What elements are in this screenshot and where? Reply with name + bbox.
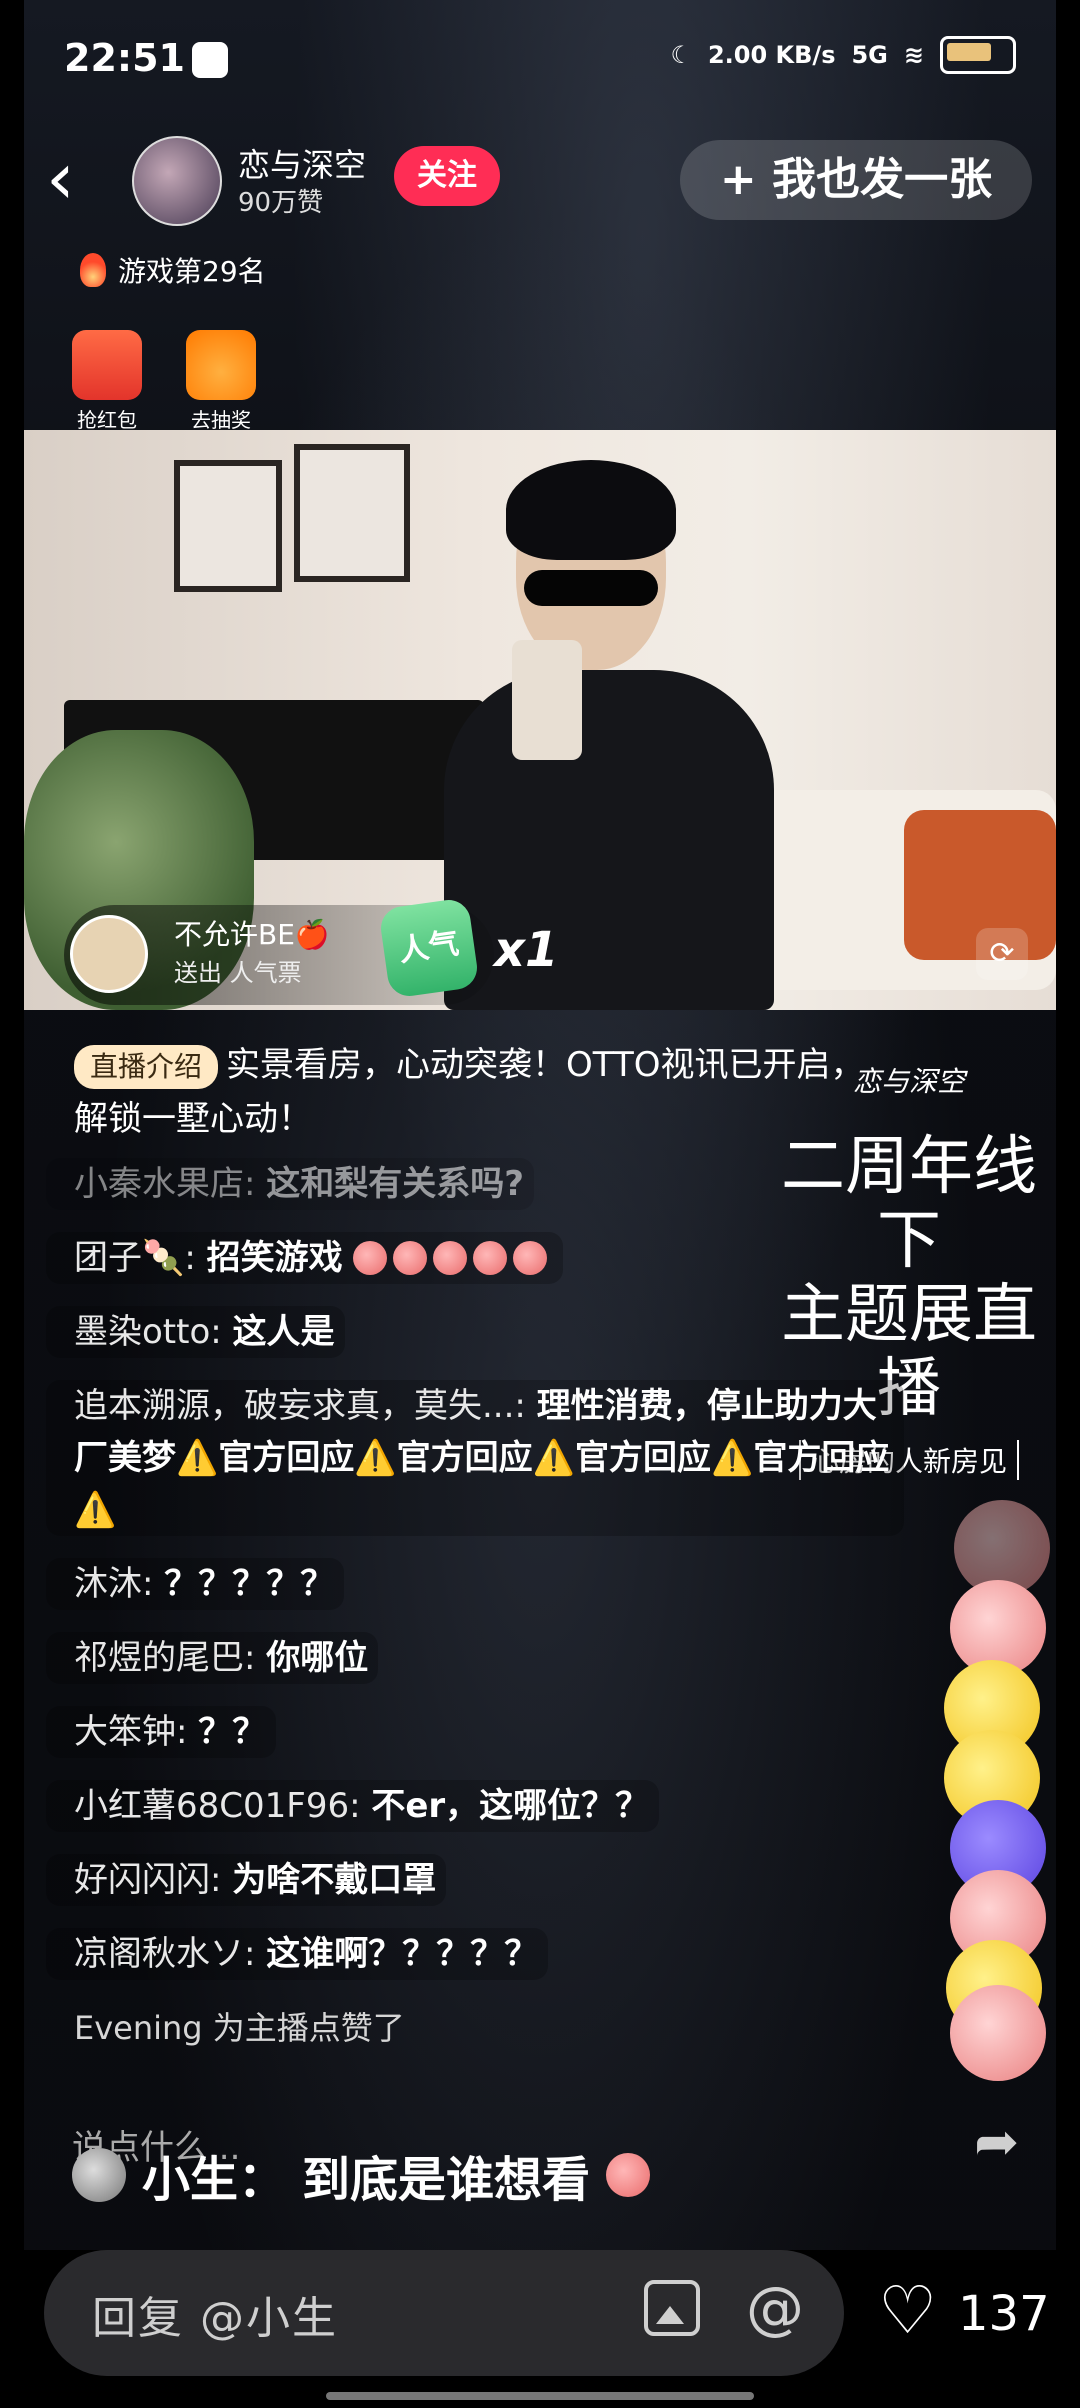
floating-stickers <box>944 1500 1054 2081</box>
image-icon[interactable] <box>644 2280 700 2336</box>
crying-peach-icon <box>513 1241 548 1275</box>
home-indicator[interactable] <box>326 2392 754 2400</box>
chat-nick[interactable]: 团子🍡: <box>74 1238 196 1278</box>
fire-icon <box>80 253 106 287</box>
app-notification-icon <box>192 42 228 78</box>
chat-nick[interactable]: 大笨钟: <box>74 1712 187 1752</box>
chat-message: 小红薯68C01F96: 不er，这哪位？？ <box>46 1780 660 1832</box>
reply-text: 到底是谁想看 <box>302 2152 591 2208</box>
gift-sender-avatar <box>70 915 148 993</box>
crying-peach-icon <box>606 2153 651 2197</box>
like-notice: Evening 为主播点赞了 <box>74 2009 405 2047</box>
rank-badge[interactable]: 游戏第29名 <box>80 250 266 290</box>
chat-message: 好闪闪闪: 为啥不戴口罩 <box>46 1854 447 1906</box>
sunglasses <box>524 570 658 606</box>
chat-nick[interactable]: 小秦水果店: <box>74 1164 255 1204</box>
lucky-draw-button[interactable]: 去抽奖 <box>184 330 258 433</box>
live-header: ‹ 恋与深空 90万赞 关注 + 我也发一张 <box>24 130 1056 230</box>
chat-message: 大笨钟: ？？ <box>46 1706 277 1758</box>
lucky-draw-label: 去抽奖 <box>191 408 251 432</box>
wall-painting <box>294 444 410 582</box>
logo-small: 恋与深空 <box>852 1065 965 1098</box>
chat-text: 为啥不戴口罩 <box>232 1860 437 1900</box>
follow-button[interactable]: 关注 <box>394 146 500 206</box>
moon-icon: ☾ <box>670 41 692 69</box>
gift-sender-name: 不允许BE🍎 <box>174 918 330 951</box>
at-mention-icon[interactable]: @ <box>746 2274 804 2342</box>
chat-text: ？？？？？ <box>164 1564 335 1604</box>
popularity-ticket-icon: 人气 <box>378 897 480 999</box>
status-time: 22:51 <box>64 36 185 80</box>
chat-text: 招笑游戏 <box>206 1238 343 1278</box>
signal-label: 5G <box>851 41 888 69</box>
chat-text: 这人是 <box>232 1312 335 1352</box>
chat-message: 追本溯源，破妄求真，莫失...: 理性消费，停止助力大厂美梦⚠️官方回应⚠️官方… <box>46 1380 904 1536</box>
crying-peach-icon <box>393 1241 428 1275</box>
gift-banner: 不允许BE🍎 送出 人气票 人气 <box>64 897 494 1005</box>
me-too-button[interactable]: + 我也发一张 <box>680 140 1032 220</box>
chat-text: 不er，这哪位？？ <box>371 1786 650 1826</box>
crying-peach-icon <box>433 1241 468 1275</box>
chat-nick[interactable]: 追本溯源，破妄求真，莫失...: <box>74 1386 526 1426</box>
peach-sticker-icon <box>950 1985 1046 2081</box>
battery-icon <box>940 36 1016 74</box>
chat-text: 这谁啊？？？？？ <box>266 1934 539 1974</box>
chat-list[interactable]: 小秦水果店: 这和梨有关系吗? 团子🍡: 招笑游戏 墨染otto: 这人是 追本… <box>46 1158 904 2076</box>
streamer-avatar[interactable] <box>132 136 222 226</box>
streamer-name[interactable]: 恋与深空 <box>238 140 366 186</box>
chat-nick[interactable]: 墨染otto: <box>74 1312 222 1352</box>
reply-placeholder: 回复 @小生 <box>92 2293 338 2344</box>
like-count: 137 <box>958 2286 1050 2342</box>
chat-message: 墨染otto: 这人是 <box>46 1306 345 1358</box>
gift-action: 送出 人气票 <box>174 959 302 987</box>
chat-nick[interactable]: 沐沐: <box>74 1564 153 1604</box>
chat-nick[interactable]: 祁煜的尾巴: <box>74 1638 255 1678</box>
person-hair <box>506 460 676 560</box>
chat-nick[interactable]: 好闪闪闪: <box>74 1860 221 1900</box>
back-chevron-icon[interactable]: ‹ <box>46 142 75 214</box>
wifi-icon: ≋ <box>903 41 924 69</box>
replier-avatar <box>72 2148 126 2202</box>
drink-cup <box>512 640 582 760</box>
share-icon[interactable]: ➦ <box>974 2110 1034 2173</box>
crying-peach-icon <box>473 1241 508 1275</box>
heart-icon[interactable]: ♡ <box>878 2272 937 2349</box>
chat-text: 这和梨有关系吗? <box>266 1164 525 1204</box>
phone-frame: 22:51 ☾ 2.00 KB/s 5G ≋ ‹ 恋与深空 90万赞 关注 + … <box>24 0 1056 2408</box>
status-indicators: ☾ 2.00 KB/s 5G ≋ <box>670 36 1016 74</box>
chat-message: 沐沐: ？？？？？ <box>46 1558 345 1610</box>
chat-message: 小秦水果店: 这和梨有关系吗? <box>46 1158 535 1210</box>
rotate-screen-icon[interactable]: ⟳ <box>976 928 1028 980</box>
wall-painting <box>174 460 282 592</box>
reply-input[interactable]: 回复 @小生 @ <box>44 2250 844 2376</box>
red-packet-label: 抢红包 <box>77 408 137 432</box>
chat-message: 祁煜的尾巴: 你哪位 <box>46 1632 379 1684</box>
status-bar: 22:51 ☾ 2.00 KB/s 5G ≋ <box>24 0 1056 120</box>
red-packet-button[interactable]: 抢红包 <box>70 330 144 433</box>
network-speed: 2.00 KB/s <box>707 41 836 69</box>
chat-text: ？？ <box>198 1712 267 1752</box>
gift-count: x1 <box>494 922 559 978</box>
lucky-bag-icon <box>186 330 256 400</box>
chat-message: 凉阁秋水ソ: 这谁啊？？？？？ <box>46 1928 549 1980</box>
chat-message: 团子🍡: 招笑游戏 <box>46 1232 564 1284</box>
intro-tag: 直播介绍 <box>74 1045 219 1089</box>
streamer-likes: 90万赞 <box>238 188 324 218</box>
activity-buttons: 抢红包 去抽奖 <box>70 330 258 433</box>
red-packet-icon <box>72 330 142 400</box>
chat-text: 你哪位 <box>266 1638 369 1678</box>
crying-peach-icon <box>353 1241 388 1275</box>
replier-name: 小生： <box>142 2152 287 2208</box>
chat-nick[interactable]: 小红薯68C01F96: <box>74 1786 361 1826</box>
peach-emoji-group <box>353 1232 553 1284</box>
rank-text: 游戏第29名 <box>118 255 266 288</box>
bottom-bar: 回复 @小生 @ ♡ 137 <box>0 2250 1080 2408</box>
reply-preview: 小生： 到底是谁想看 <box>72 2140 656 2210</box>
chat-nick[interactable]: 凉阁秋水ソ: <box>74 1934 255 1974</box>
